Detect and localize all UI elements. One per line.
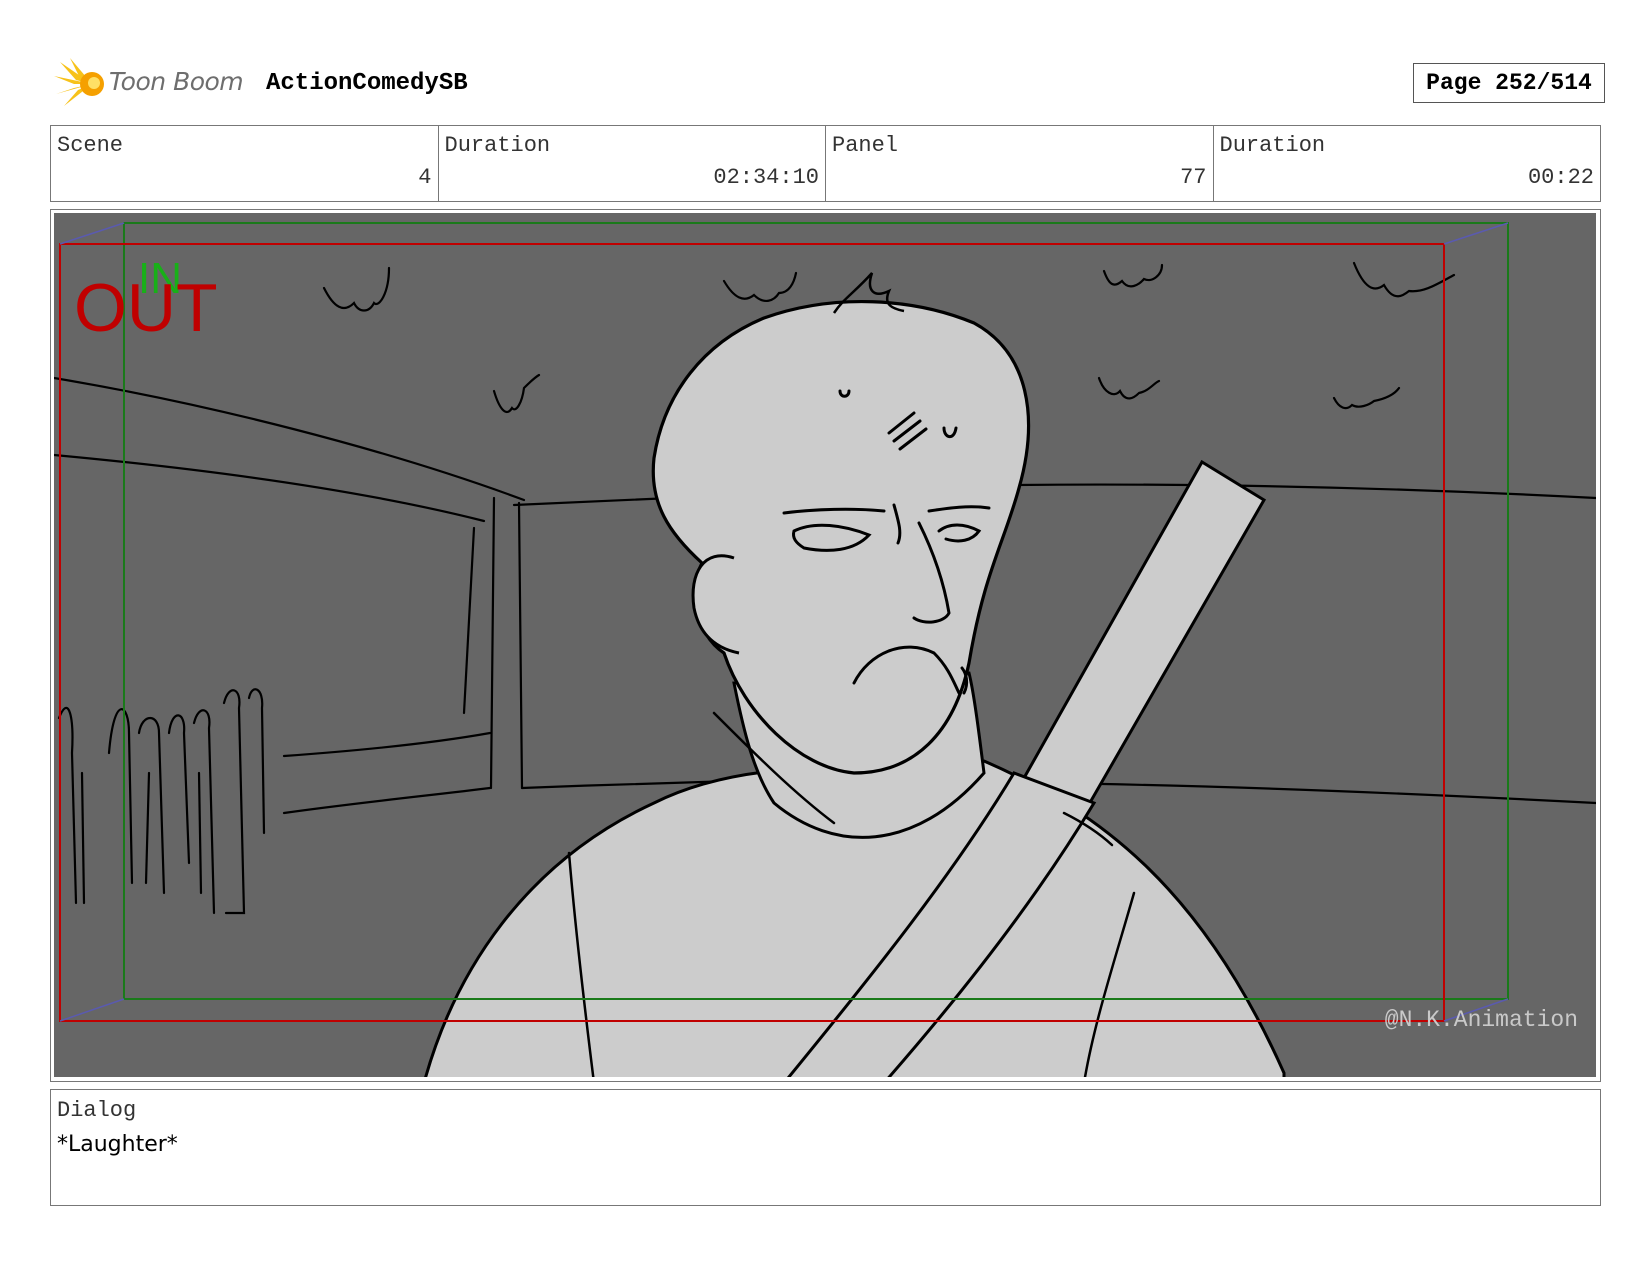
scene-label: Scene bbox=[57, 133, 124, 158]
panel-value: 77 bbox=[1180, 165, 1207, 190]
dialog-box: Dialog *Laughter* bbox=[50, 1089, 1601, 1206]
project-name: ActionComedySB bbox=[266, 70, 468, 97]
dialog-text: *Laughter* bbox=[57, 1132, 178, 1157]
scene-duration-cell: Duration 02:34:10 bbox=[439, 126, 826, 201]
dialog-label: Dialog bbox=[57, 1098, 137, 1123]
logo-text: Toon Boom bbox=[109, 67, 244, 96]
page-header: Toon Boom ActionComedySB Page 252/514 bbox=[52, 56, 1605, 114]
scene-duration-label: Duration bbox=[444, 133, 551, 158]
scene-duration-value: 02:34:10 bbox=[713, 165, 819, 190]
panel-label: Panel bbox=[832, 133, 899, 158]
page-indicator: Page 252/514 bbox=[1413, 63, 1605, 103]
bat-shape bbox=[1021, 459, 1267, 816]
panel-frame: IN OUT @N.K.Animation bbox=[50, 209, 1601, 1082]
storyboard-drawing: IN OUT @N.K.Animation bbox=[54, 213, 1596, 1077]
starburst-icon bbox=[54, 58, 104, 106]
panel-duration-cell: Duration 00:22 bbox=[1214, 126, 1601, 201]
panel-cell: Panel 77 bbox=[826, 126, 1214, 201]
scene-info-table: Scene 4 Duration 02:34:10 Panel 77 Durat… bbox=[50, 125, 1601, 202]
ear-shape bbox=[691, 554, 740, 655]
toon-boom-logo: Toon Boom bbox=[52, 56, 252, 112]
panel-duration-label: Duration bbox=[1219, 133, 1326, 158]
watermark: @N.K.Animation bbox=[1384, 1007, 1578, 1033]
panel-duration-value: 00:22 bbox=[1527, 165, 1594, 190]
scene-cell: Scene 4 bbox=[51, 126, 439, 201]
scene-value: 4 bbox=[418, 165, 432, 190]
sketch-svg: IN OUT bbox=[54, 222, 1596, 1077]
out-label: OUT bbox=[74, 270, 218, 346]
